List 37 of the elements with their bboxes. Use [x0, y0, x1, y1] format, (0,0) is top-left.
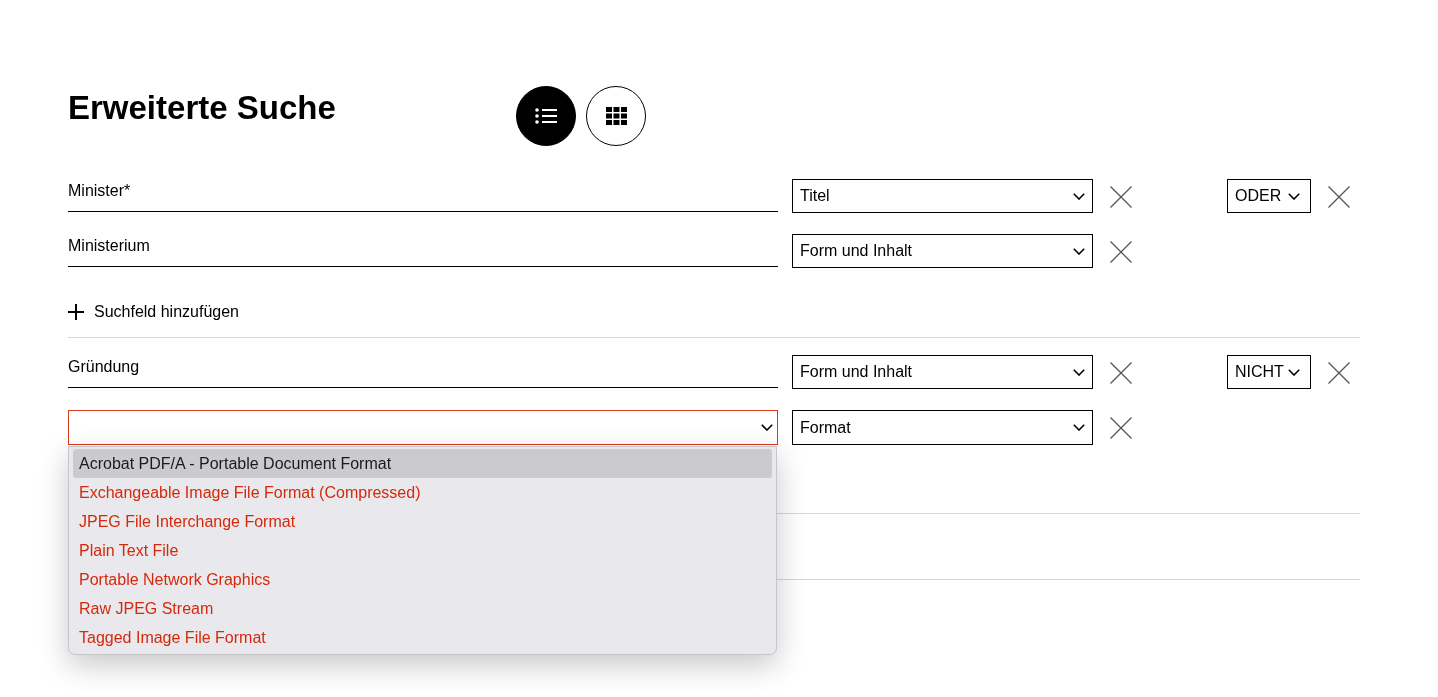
- close-icon[interactable]: [1110, 186, 1132, 208]
- plus-icon: [68, 304, 84, 320]
- search-input[interactable]: Gründung: [68, 355, 778, 388]
- dropdown-option[interactable]: JPEG File Interchange Format: [73, 507, 772, 536]
- close-icon[interactable]: [1328, 362, 1350, 384]
- chevron-down-icon: [761, 424, 773, 431]
- dropdown-option[interactable]: Exchangeable Image File Format (Compressed): [73, 478, 772, 507]
- close-icon[interactable]: [1110, 417, 1132, 439]
- dropdown-option[interactable]: Portable Network Graphics: [73, 565, 772, 594]
- chevron-down-icon: [1073, 192, 1085, 200]
- chevron-down-icon: [1073, 247, 1085, 255]
- list-icon: [535, 108, 557, 124]
- field-select[interactable]: Titel: [792, 179, 1093, 213]
- page-title: Erweiterte Suche: [68, 88, 337, 128]
- close-icon[interactable]: [1328, 186, 1350, 208]
- field-select[interactable]: Form und Inhalt: [792, 355, 1093, 389]
- grid-icon: [605, 107, 627, 125]
- field-select[interactable]: Format: [792, 410, 1093, 445]
- operator-select[interactable]: ODER: [1227, 179, 1311, 213]
- dropdown-option[interactable]: Acrobat PDF/A - Portable Document Format: [73, 449, 772, 478]
- value-select[interactable]: [68, 410, 778, 445]
- operator-select[interactable]: NICHT: [1227, 355, 1311, 389]
- close-icon[interactable]: [1110, 362, 1132, 384]
- field-select[interactable]: Form und Inhalt: [792, 234, 1093, 268]
- chevron-down-icon: [1288, 192, 1300, 200]
- add-field-button[interactable]: Suchfeld hinzufügen: [68, 300, 239, 324]
- search-input[interactable]: Minister*: [68, 179, 778, 212]
- close-icon[interactable]: [1110, 241, 1132, 263]
- search-input[interactable]: Ministerium: [68, 234, 778, 267]
- list-view-button[interactable]: [516, 86, 576, 146]
- grid-view-button[interactable]: [586, 86, 646, 146]
- chevron-down-icon: [1073, 424, 1085, 431]
- chevron-down-icon: [1073, 368, 1085, 376]
- dropdown-option[interactable]: Plain Text File: [73, 536, 772, 565]
- chevron-down-icon: [1288, 368, 1300, 376]
- dropdown-option[interactable]: Raw JPEG Stream: [73, 594, 772, 623]
- dropdown-option[interactable]: Tagged Image File Format: [73, 623, 772, 652]
